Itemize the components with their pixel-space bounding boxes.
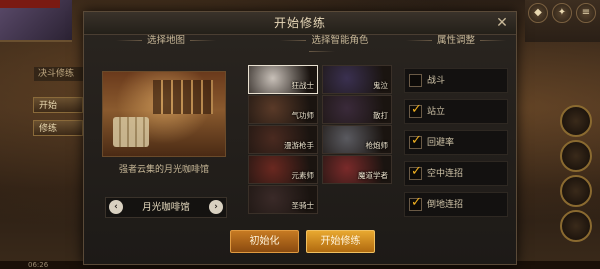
attribute-row[interactable]: ✓ 倒地连招 — [404, 192, 508, 217]
map-arch-decor — [153, 80, 213, 114]
character-option[interactable]: 狂战士 — [248, 65, 318, 94]
attribute-checkbox[interactable]: ✓ — [409, 133, 422, 149]
map-selector: ‹ 月光咖啡馆 › — [105, 197, 227, 218]
attribute-label: 回避率 — [427, 138, 455, 148]
attribute-row[interactable]: ✓ 空中连招 — [404, 161, 508, 186]
checkmark-icon: ✓ — [411, 102, 422, 117]
character-section-header: 选择智能角色 — [259, 32, 385, 57]
left-side-button-2[interactable]: 修练 — [33, 120, 83, 136]
character-name: 狂战士 — [291, 81, 315, 90]
chevron-right-icon[interactable]: › — [209, 200, 223, 214]
map-description: 强者云集的月光咖啡馆 — [118, 165, 209, 175]
close-icon[interactable]: ✕ — [494, 15, 510, 31]
map-preview-image — [102, 71, 226, 157]
character-option[interactable]: 枪炮师 — [322, 125, 392, 154]
checkmark-icon: ✓ — [411, 164, 422, 179]
character-name: 鬼泣 — [373, 81, 388, 90]
character-name: 气功师 — [291, 111, 315, 120]
left-panel-label: 决斗修练 — [34, 67, 84, 81]
left-side-button-1[interactable]: 开始 — [33, 97, 83, 113]
character-name: 魔道学者 — [358, 171, 388, 180]
skill-button-3[interactable] — [560, 175, 592, 207]
selected-map-name: 月光咖啡馆 — [142, 202, 190, 213]
attribute-label: 空中连招 — [427, 169, 464, 179]
skill-button-4[interactable] — [560, 210, 592, 242]
attribute-section-header: 属性调整 — [400, 32, 512, 46]
chevron-left-icon[interactable]: ‹ — [109, 200, 123, 214]
gear-icon[interactable]: ✦ — [552, 3, 572, 23]
character-option[interactable]: 魔道学者 — [322, 155, 392, 184]
checkmark-icon: ✓ — [411, 195, 422, 210]
character-name: 枪炮师 — [365, 141, 389, 150]
reset-button[interactable]: 初始化 — [230, 230, 299, 253]
player-level-badge — [0, 0, 60, 8]
attribute-checkbox[interactable]: ✓ — [409, 164, 422, 180]
character-option[interactable]: 散打 — [322, 95, 392, 124]
attribute-checkbox[interactable]: ✓ — [409, 102, 422, 118]
character-option[interactable]: 圣骑士 — [248, 185, 318, 214]
attribute-label: 倒地连招 — [427, 200, 464, 210]
checkmark-icon: ✓ — [411, 133, 422, 148]
attribute-label: 站立 — [427, 107, 446, 117]
attribute-row[interactable]: ✓ 回避率 — [404, 130, 508, 155]
character-name: 漫游枪手 — [284, 141, 314, 150]
attribute-row[interactable]: ✓ 站立 — [404, 99, 508, 124]
attribute-row[interactable]: 战斗 — [404, 68, 508, 93]
character-name: 散打 — [373, 111, 388, 120]
map-barrels-decor — [113, 117, 149, 147]
attribute-label: 战斗 — [427, 76, 446, 86]
character-option[interactable]: 气功师 — [248, 95, 318, 124]
character-name: 圣骑士 — [291, 201, 315, 210]
map-section-header: 选择地图 — [101, 32, 231, 46]
bottom-time: 06:26 — [28, 261, 49, 269]
character-option[interactable]: 漫游枪手 — [248, 125, 318, 154]
skill-button-2[interactable] — [560, 140, 592, 172]
attribute-checkbox[interactable]: ✓ — [409, 195, 422, 211]
start-training-button[interactable]: 开始修练 — [306, 230, 375, 253]
top-right-icon-1[interactable]: ◆ — [528, 3, 548, 23]
attribute-checkbox[interactable] — [409, 74, 422, 87]
menu-icon[interactable]: ≡ — [576, 3, 596, 23]
character-name: 元素师 — [291, 171, 315, 180]
character-option[interactable]: 元素师 — [248, 155, 318, 184]
skill-button-1[interactable] — [560, 105, 592, 137]
character-option[interactable]: 鬼泣 — [322, 65, 392, 94]
